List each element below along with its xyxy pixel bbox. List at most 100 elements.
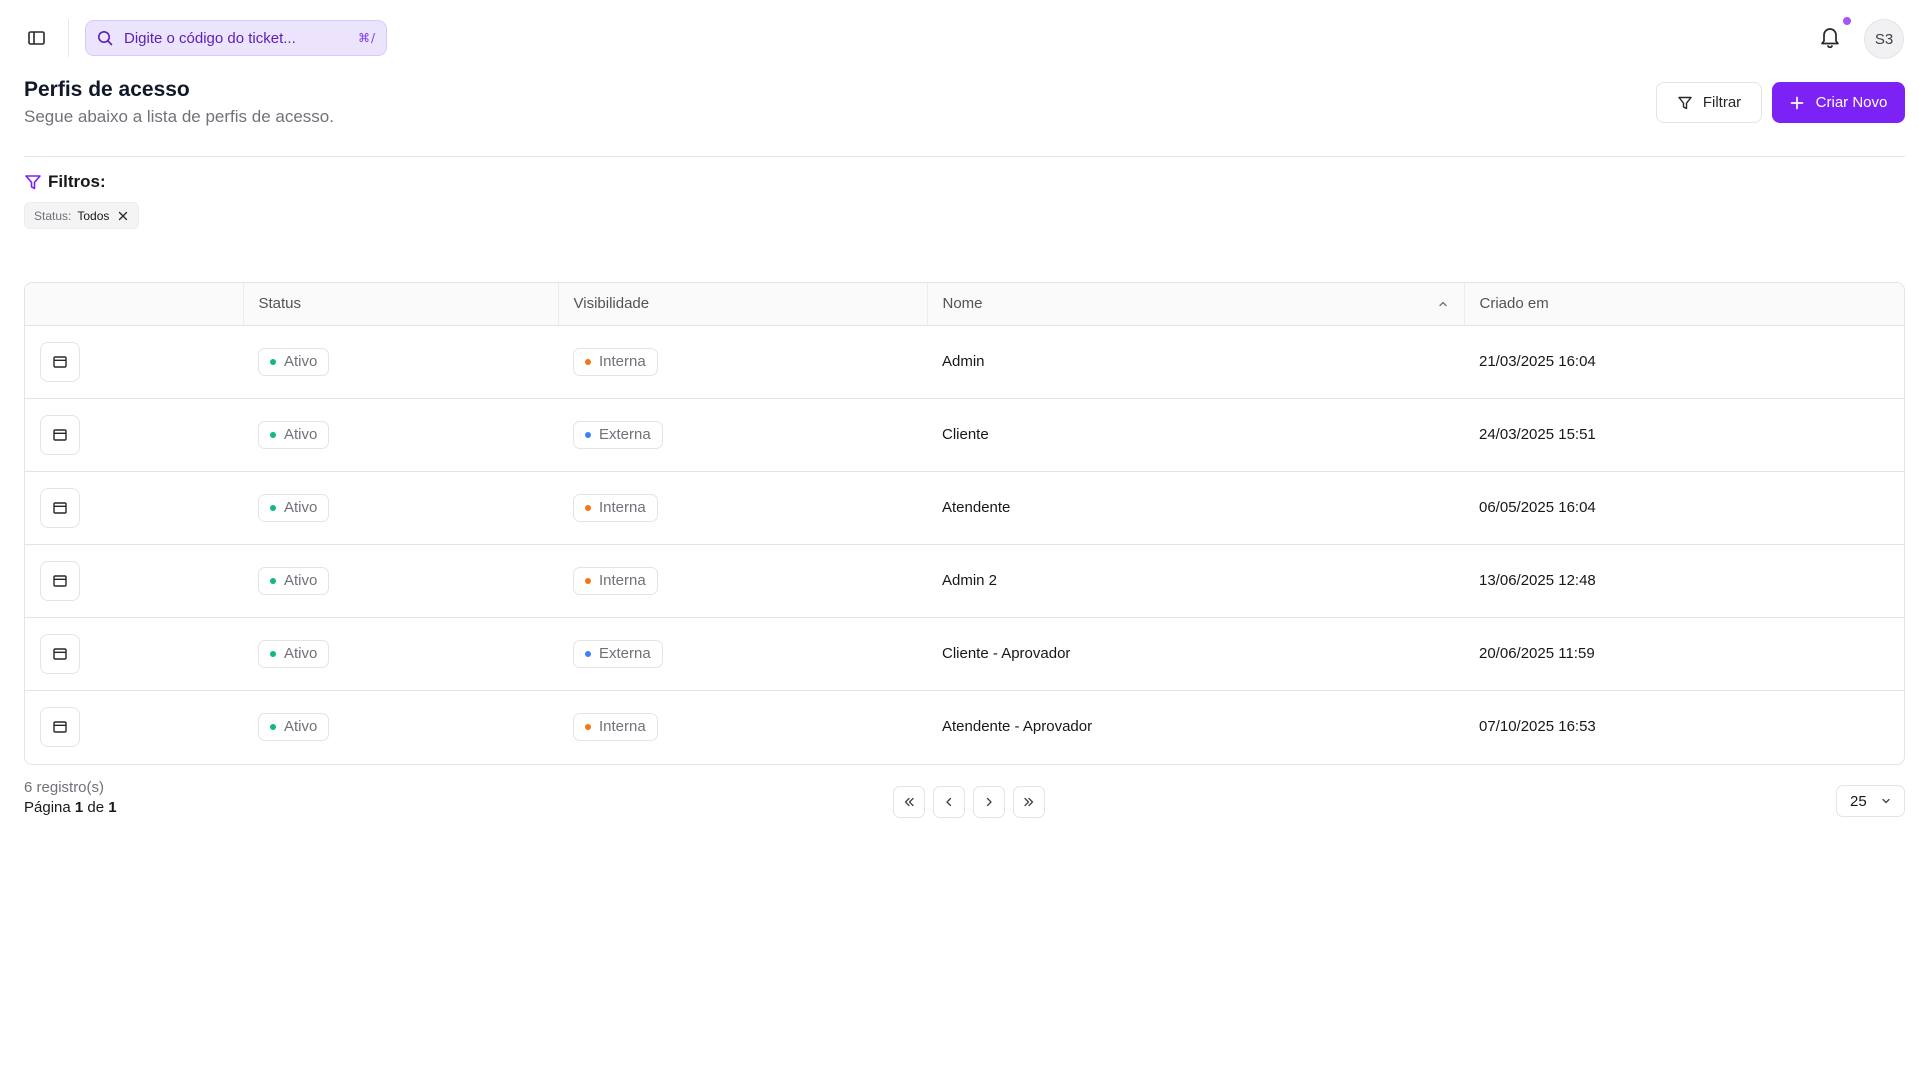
status-cell: Ativo	[243, 471, 558, 545]
visibility-cell: Interna	[558, 471, 927, 545]
row-action-cell	[25, 325, 243, 399]
chevron-up-icon[interactable]	[1437, 298, 1449, 310]
top-bar: ⌘/ S3	[0, 0, 1919, 76]
funnel-icon	[1678, 96, 1692, 109]
column-header-visibility[interactable]: Visibilidade	[558, 283, 928, 326]
view-profile-button[interactable]	[40, 487, 80, 528]
visibility-badge: Interna	[573, 566, 658, 595]
name-cell: Cliente	[927, 398, 1464, 472]
status-cell: Ativo	[243, 690, 558, 763]
create-new-button[interactable]: Criar Novo	[1772, 82, 1905, 123]
view-profile-button[interactable]	[40, 414, 80, 455]
search-shortcut: ⌘/	[357, 31, 376, 45]
name-cell: Admin	[927, 325, 1464, 399]
visibility-label: Externa	[599, 645, 651, 662]
visibility-badge: Interna	[573, 493, 658, 522]
status-label: Ativo	[284, 718, 318, 736]
visibility-label: Interna	[599, 718, 646, 736]
window-icon	[53, 721, 67, 733]
visibility-dot	[585, 358, 591, 365]
status-badge: Ativo	[258, 420, 330, 449]
status-dot	[270, 431, 276, 438]
view-profile-button[interactable]	[40, 341, 80, 382]
status-dot	[270, 504, 276, 511]
status-badge: Ativo	[258, 566, 330, 595]
column-header-status[interactable]: Status	[243, 283, 559, 326]
visibility-cell: Interna	[558, 544, 927, 618]
of-word: de	[87, 799, 105, 816]
status-label: Ativo	[284, 426, 318, 443]
status-badge: Ativo	[258, 347, 330, 376]
status-cell: Ativo	[243, 544, 558, 618]
status-cell: Ativo	[243, 617, 558, 691]
column-header-created[interactable]: Criado em	[1464, 283, 1904, 326]
row-action-cell	[25, 617, 243, 691]
status-label: Ativo	[284, 353, 318, 370]
search-icon	[98, 31, 113, 46]
topbar-divider	[68, 19, 69, 57]
header-divider	[24, 156, 1905, 157]
filter-button[interactable]: Filtrar	[1656, 82, 1762, 123]
view-profile-button[interactable]	[40, 706, 80, 747]
records-count: 6 registro(s)	[24, 779, 105, 796]
panel-left-icon[interactable]	[24, 26, 50, 50]
status-cell: Ativo	[243, 325, 558, 399]
filter-chip-value: Todos	[77, 208, 110, 223]
page-current: 1	[74, 799, 84, 816]
status-label: Ativo	[284, 499, 318, 516]
last-page-button[interactable]	[1013, 786, 1045, 818]
profiles-table: Status Visibilidade Nome Criado em Ativo	[24, 282, 1905, 765]
avatar[interactable]: S3	[1864, 19, 1904, 59]
visibility-label: Interna	[599, 499, 646, 516]
column-header-actions	[25, 283, 244, 326]
status-badge: Ativo	[258, 712, 330, 741]
page-subtitle: Segue abaixo a lista de perfis de acesso…	[24, 107, 334, 126]
created-cell: 21/03/2025 16:04	[1464, 325, 1904, 399]
visibility-badge: Externa	[573, 420, 663, 449]
ticket-search[interactable]: ⌘/	[85, 20, 387, 56]
created-cell: 06/05/2025 16:04	[1464, 471, 1904, 545]
filters-title: Filtros:	[48, 172, 106, 191]
plus-icon	[1790, 96, 1804, 109]
visibility-badge: Interna	[573, 712, 658, 741]
previous-page-button[interactable]	[933, 786, 965, 818]
visibility-badge: Interna	[573, 347, 658, 376]
visibility-label: Interna	[599, 353, 646, 370]
view-profile-button[interactable]	[40, 560, 80, 601]
column-header-name[interactable]: Nome	[927, 283, 1465, 326]
status-badge: Ativo	[258, 493, 330, 522]
notification-badge	[1843, 17, 1851, 25]
view-profile-button[interactable]	[40, 633, 80, 674]
status-badge: Ativo	[258, 639, 330, 668]
filter-button-label: Filtrar	[1702, 94, 1742, 111]
page-title: Perfis de acesso	[24, 78, 190, 101]
visibility-dot	[585, 504, 591, 511]
funnel-icon	[25, 175, 41, 190]
bell-icon[interactable]	[1818, 24, 1842, 50]
visibility-cell: Externa	[558, 398, 927, 472]
column-header-name-label: Nome	[942, 295, 983, 313]
page-indicator: Página 1 de 1	[24, 799, 117, 816]
row-action-cell	[25, 471, 243, 545]
page-total: 1	[108, 799, 117, 816]
status-label: Ativo	[284, 645, 318, 662]
page-size-select[interactable]: 25	[1836, 785, 1905, 817]
created-cell: 20/06/2025 11:59	[1464, 617, 1904, 691]
table-row: Ativo Interna Admin 2 13/06/2025 12:48	[25, 544, 1904, 618]
close-icon[interactable]	[118, 211, 128, 221]
chevrons-left-icon	[904, 797, 914, 807]
ticket-search-input[interactable]	[124, 29, 358, 47]
pagination	[893, 786, 1045, 818]
status-cell: Ativo	[243, 398, 558, 472]
first-page-button[interactable]	[893, 786, 925, 818]
table-row: Ativo Interna Admin 21/03/2025 16:04	[25, 325, 1904, 399]
filter-chip-status: Status: Todos	[24, 202, 140, 229]
status-dot	[270, 650, 276, 657]
page-word: Página	[24, 799, 71, 816]
next-page-button[interactable]	[973, 786, 1005, 818]
visibility-dot	[585, 650, 591, 657]
chevron-left-icon	[946, 797, 952, 807]
visibility-dot	[585, 577, 591, 584]
row-action-cell	[25, 544, 243, 618]
table-header-row: Status Visibilidade Nome Criado em	[25, 283, 1904, 326]
